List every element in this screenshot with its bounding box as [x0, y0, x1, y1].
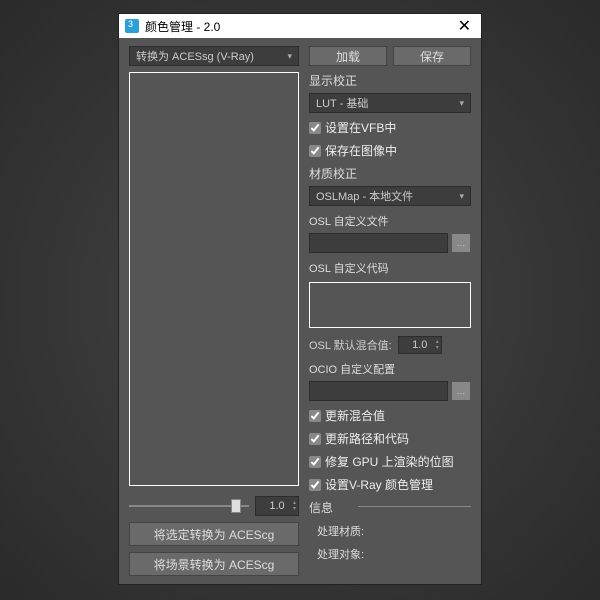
update-mix-checkbox[interactable]	[309, 410, 321, 422]
osl-mix-spinner[interactable]: 1.0	[398, 336, 442, 354]
fix-gpu-checkbox[interactable]	[309, 456, 321, 468]
close-icon[interactable]: ✕	[454, 16, 475, 36]
osl-code-textarea[interactable]	[309, 282, 471, 328]
vfb-checkbox[interactable]	[309, 122, 321, 134]
info-object-label: 处理对象:	[317, 546, 471, 562]
app-icon	[125, 19, 139, 33]
color-management-window: 颜色管理 - 2.0 ✕ 转换为 ACESsg (V-Ray) 1.0 将选定转…	[118, 13, 482, 585]
osl-file-label: OSL 自定义文件	[309, 213, 471, 229]
set-vray-checkbox-row[interactable]: 设置V-Ray 颜色管理	[309, 476, 471, 493]
fix-gpu-checkbox-row[interactable]: 修复 GPU 上渲染的位图	[309, 453, 471, 470]
osl-mix-label: OSL 默认混合值:	[309, 337, 392, 353]
update-path-checkbox-row[interactable]: 更新路径和代码	[309, 430, 471, 447]
ocio-label: OCIO 自定义配置	[309, 361, 471, 377]
display-correction-label: 显示校正	[309, 72, 471, 89]
ocio-browse-button[interactable]: …	[451, 381, 471, 401]
convert-scene-button[interactable]: 将场景转换为 ACEScg	[129, 552, 299, 576]
oslmap-dropdown[interactable]: OSLMap - 本地文件	[309, 186, 471, 206]
convert-mode-dropdown[interactable]: 转换为 ACESsg (V-Ray)	[129, 46, 299, 66]
convert-selection-button[interactable]: 将选定转换为 ACEScg	[129, 522, 299, 546]
update-path-checkbox[interactable]	[309, 433, 321, 445]
window-title: 颜色管理 - 2.0	[145, 18, 454, 35]
preview-area	[129, 72, 299, 486]
lut-dropdown[interactable]: LUT - 基础	[309, 93, 471, 113]
info-material-label: 处理材质:	[317, 523, 471, 539]
save-image-checkbox-row[interactable]: 保存在图像中	[309, 142, 471, 159]
material-correction-label: 材质校正	[309, 165, 471, 182]
value-spinner[interactable]: 1.0	[255, 496, 299, 516]
save-button[interactable]: 保存	[393, 46, 471, 66]
titlebar: 颜色管理 - 2.0 ✕	[119, 14, 481, 38]
info-separator	[358, 506, 471, 507]
save-image-checkbox[interactable]	[309, 145, 321, 157]
info-label: 信息	[309, 499, 337, 516]
ocio-input[interactable]	[309, 381, 448, 401]
osl-file-browse-button[interactable]: …	[451, 233, 471, 253]
update-mix-checkbox-row[interactable]: 更新混合值	[309, 407, 471, 424]
osl-file-input[interactable]	[309, 233, 448, 253]
set-vray-checkbox[interactable]	[309, 479, 321, 491]
vfb-checkbox-row[interactable]: 设置在VFB中	[309, 119, 471, 136]
osl-code-label: OSL 自定义代码	[309, 260, 471, 276]
load-button[interactable]: 加载	[309, 46, 387, 66]
value-slider[interactable]	[129, 499, 249, 513]
